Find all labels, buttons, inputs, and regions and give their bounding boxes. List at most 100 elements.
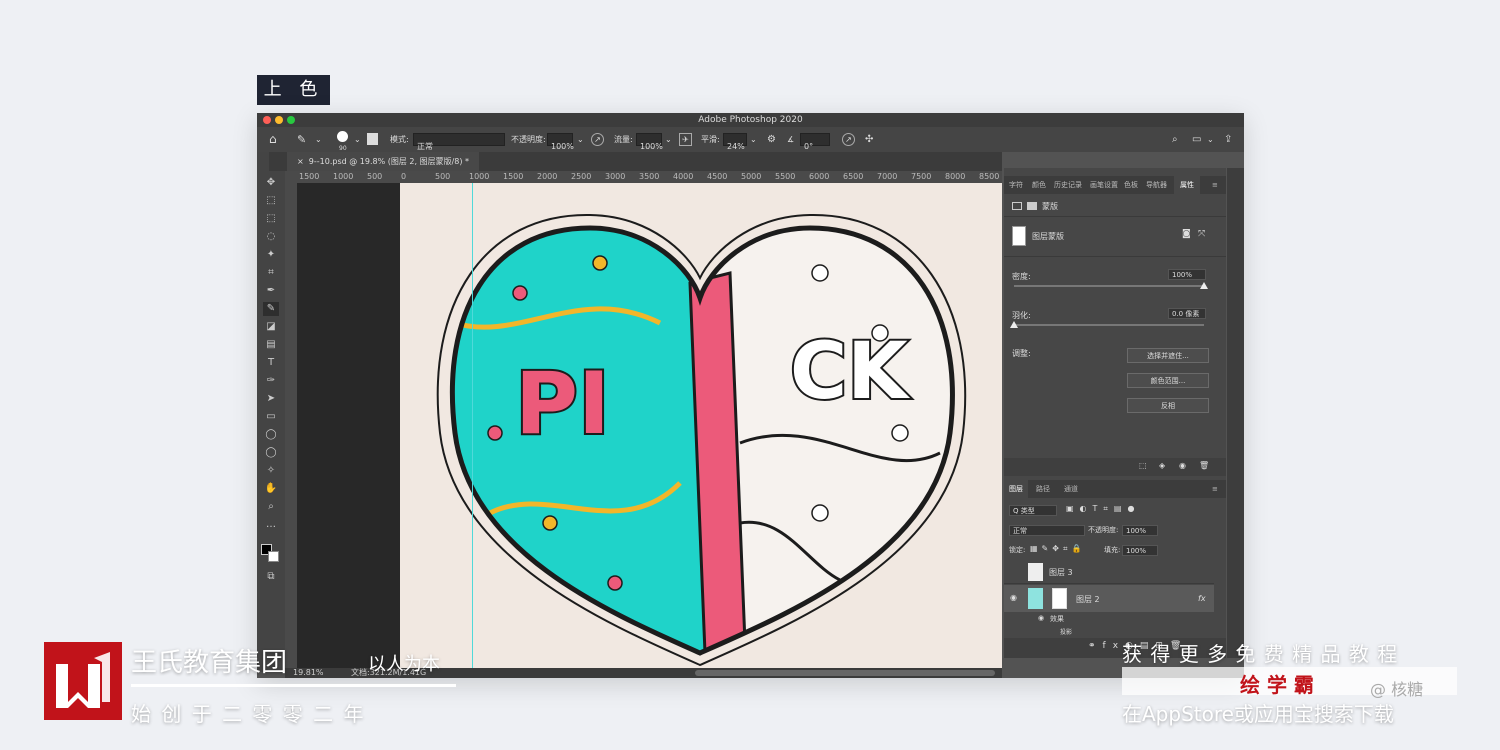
more-tools-icon[interactable]: … [263, 518, 279, 532]
panel-menu-icon[interactable]: ≡ [1212, 176, 1218, 194]
ruler-label: 3000 [605, 172, 626, 181]
zoom-level[interactable]: 19.81% [293, 668, 324, 678]
layer-fx-badge[interactable]: fx [1198, 594, 1206, 603]
hand-tool-icon[interactable]: ✋ [263, 482, 279, 496]
panel-menu-icon[interactable]: ≡ [1212, 480, 1218, 498]
shape-tool-icon[interactable]: ◯ [263, 446, 279, 460]
chevron-down-icon[interactable]: ⌄ [577, 127, 584, 152]
fill-input[interactable]: 100% [1122, 545, 1158, 556]
mask-select-icon[interactable]: ◙ [1182, 229, 1191, 239]
density-input[interactable]: 100% [1168, 269, 1206, 280]
vector-mask-icon[interactable] [1027, 202, 1037, 210]
mask-apply-icon[interactable]: ⤧ [1198, 229, 1205, 239]
workspace-icon[interactable]: ▭ [1192, 127, 1201, 152]
guide-line[interactable] [472, 183, 473, 668]
gear-icon[interactable]: ⚙ [767, 127, 776, 152]
move-tool-icon[interactable]: ✥ [263, 176, 279, 190]
custom-shape-tool-icon[interactable]: ✧ [263, 464, 279, 478]
background-color-swatch[interactable] [268, 551, 279, 562]
tab-brush-settings[interactable]: 画笔设置 [1090, 176, 1118, 194]
zoom-tool-icon[interactable]: ⌕ [263, 500, 279, 514]
ruler-label: 4500 [707, 172, 728, 181]
options-bar: ⌂ ✎ ⌄ 90 ⌄ 模式: 正常 不透明度: 100% ⌄ ↗ 流量: 100… [257, 127, 1244, 152]
mode-select[interactable]: 正常 [413, 133, 505, 151]
invert-button[interactable]: 反相 [1127, 398, 1209, 413]
eraser-tool-icon[interactable]: ◪ [263, 320, 279, 334]
layer-mask-thumbnail[interactable] [1052, 588, 1067, 609]
close-icon[interactable]: × [297, 157, 304, 166]
flow-input[interactable]: 100% [636, 133, 663, 151]
lock-label: 锁定: [1009, 546, 1026, 554]
chevron-down-icon[interactable]: ⌄ [315, 127, 322, 152]
layer-filter-select[interactable]: Q 类型 [1009, 505, 1057, 516]
pixel-mask-icon[interactable] [1012, 202, 1022, 210]
opacity-input[interactable]: 100% [547, 133, 574, 151]
lasso-tool-icon[interactable]: ◌ [263, 230, 279, 244]
feather-input[interactable]: 0.0 像素 [1168, 308, 1206, 319]
tab-channels[interactable]: 通道 [1064, 480, 1078, 498]
home-icon[interactable]: ⌂ [269, 127, 277, 152]
pressure-size-icon[interactable]: ↗ [842, 133, 855, 146]
type-tool-icon[interactable]: T [263, 356, 279, 370]
canvas[interactable]: PI CK [400, 183, 1002, 668]
chevron-down-icon[interactable]: ⌄ [665, 127, 672, 152]
tab-color[interactable]: 颜色 [1032, 176, 1046, 194]
density-slider-handle[interactable] [1200, 282, 1208, 289]
brush-tool-icon[interactable]: ✎ [263, 302, 279, 316]
gradient-tool-icon[interactable]: ▤ [263, 338, 279, 352]
zoom-window-button[interactable] [287, 116, 295, 124]
close-window-button[interactable] [263, 116, 271, 124]
marquee-tool-icon[interactable]: ⬚ [263, 212, 279, 226]
rectangle-tool-icon[interactable]: ▭ [263, 410, 279, 424]
horizontal-scrollbar[interactable] [695, 670, 995, 676]
mask-thumbnail[interactable] [1012, 226, 1026, 246]
layer-row-selected[interactable]: ◉ 图层 2 fx [1004, 585, 1214, 612]
eyedropper-tool-icon[interactable]: ✒ [263, 284, 279, 298]
density-slider[interactable] [1014, 285, 1204, 287]
ellipse-tool-icon[interactable]: ◯ [263, 428, 279, 442]
share-icon[interactable]: ⇪ [1224, 127, 1232, 152]
angle-input[interactable]: 0° [800, 133, 830, 151]
load-selection-icon[interactable]: ⬚ [1139, 461, 1147, 470]
feather-slider[interactable] [1014, 324, 1204, 326]
panel-scrollbar[interactable] [1227, 168, 1244, 658]
tab-paths[interactable]: 路径 [1036, 480, 1050, 498]
symmetry-icon[interactable]: ✣ [865, 127, 873, 152]
pressure-opacity-icon[interactable]: ↗ [591, 133, 604, 146]
layer-row[interactable]: 图层 3 [1004, 560, 1214, 584]
tab-navigator[interactable]: 导航器 [1146, 176, 1167, 194]
eye-icon[interactable]: ◉ [1038, 614, 1044, 622]
crop-tool-icon[interactable]: ⌗ [263, 266, 279, 280]
tab-swatches[interactable]: 色板 [1124, 176, 1138, 194]
search-icon[interactable]: ⌕ [1172, 127, 1178, 152]
tab-layers[interactable]: 图层 [1004, 480, 1028, 498]
airbrush-icon[interactable]: ✈ [679, 133, 692, 146]
brush-tool-icon[interactable]: ✎ [297, 127, 306, 152]
feather-slider-handle[interactable] [1010, 321, 1018, 328]
eye-icon[interactable]: ◉ [1179, 461, 1186, 470]
brush-panel-toggle-icon[interactable] [367, 133, 378, 145]
chevron-down-icon[interactable]: ⌄ [354, 127, 361, 152]
document-tab[interactable]: × 9--10.psd @ 19.8% (图层 2, 图层蒙版/8) * [287, 152, 480, 171]
tab-character[interactable]: 字符 [1009, 176, 1023, 194]
lock-icons[interactable]: ▦✎✥⌗🔒 [1030, 544, 1085, 554]
blend-mode-select[interactable]: 正常 [1009, 525, 1085, 536]
pen-tool-icon[interactable]: ✑ [263, 374, 279, 388]
magic-wand-tool-icon[interactable]: ✦ [263, 248, 279, 262]
trash-icon[interactable]: 🗑 [1199, 461, 1209, 470]
tab-history[interactable]: 历史记录 [1054, 176, 1082, 194]
path-select-tool-icon[interactable]: ➤ [263, 392, 279, 406]
chevron-down-icon[interactable]: ⌄ [1207, 127, 1214, 152]
apply-mask-icon[interactable]: ◈ [1159, 461, 1165, 470]
artboard-tool-icon[interactable]: ⬚ [263, 194, 279, 208]
screen-mode-icon[interactable]: ⧉ [263, 570, 279, 584]
tab-properties[interactable]: 属性 [1174, 176, 1200, 194]
layer-filter-icons[interactable]: ▣◐T⌗▤● [1066, 504, 1140, 514]
minimize-window-button[interactable] [275, 116, 283, 124]
smoothing-input[interactable]: 24% [723, 133, 747, 151]
chevron-down-icon[interactable]: ⌄ [750, 127, 757, 152]
select-and-mask-button[interactable]: 选择并遮住... [1127, 348, 1209, 363]
color-range-button[interactable]: 颜色范围... [1127, 373, 1209, 388]
eye-icon[interactable]: ◉ [1010, 593, 1017, 602]
layer-opacity-input[interactable]: 100% [1122, 525, 1158, 536]
